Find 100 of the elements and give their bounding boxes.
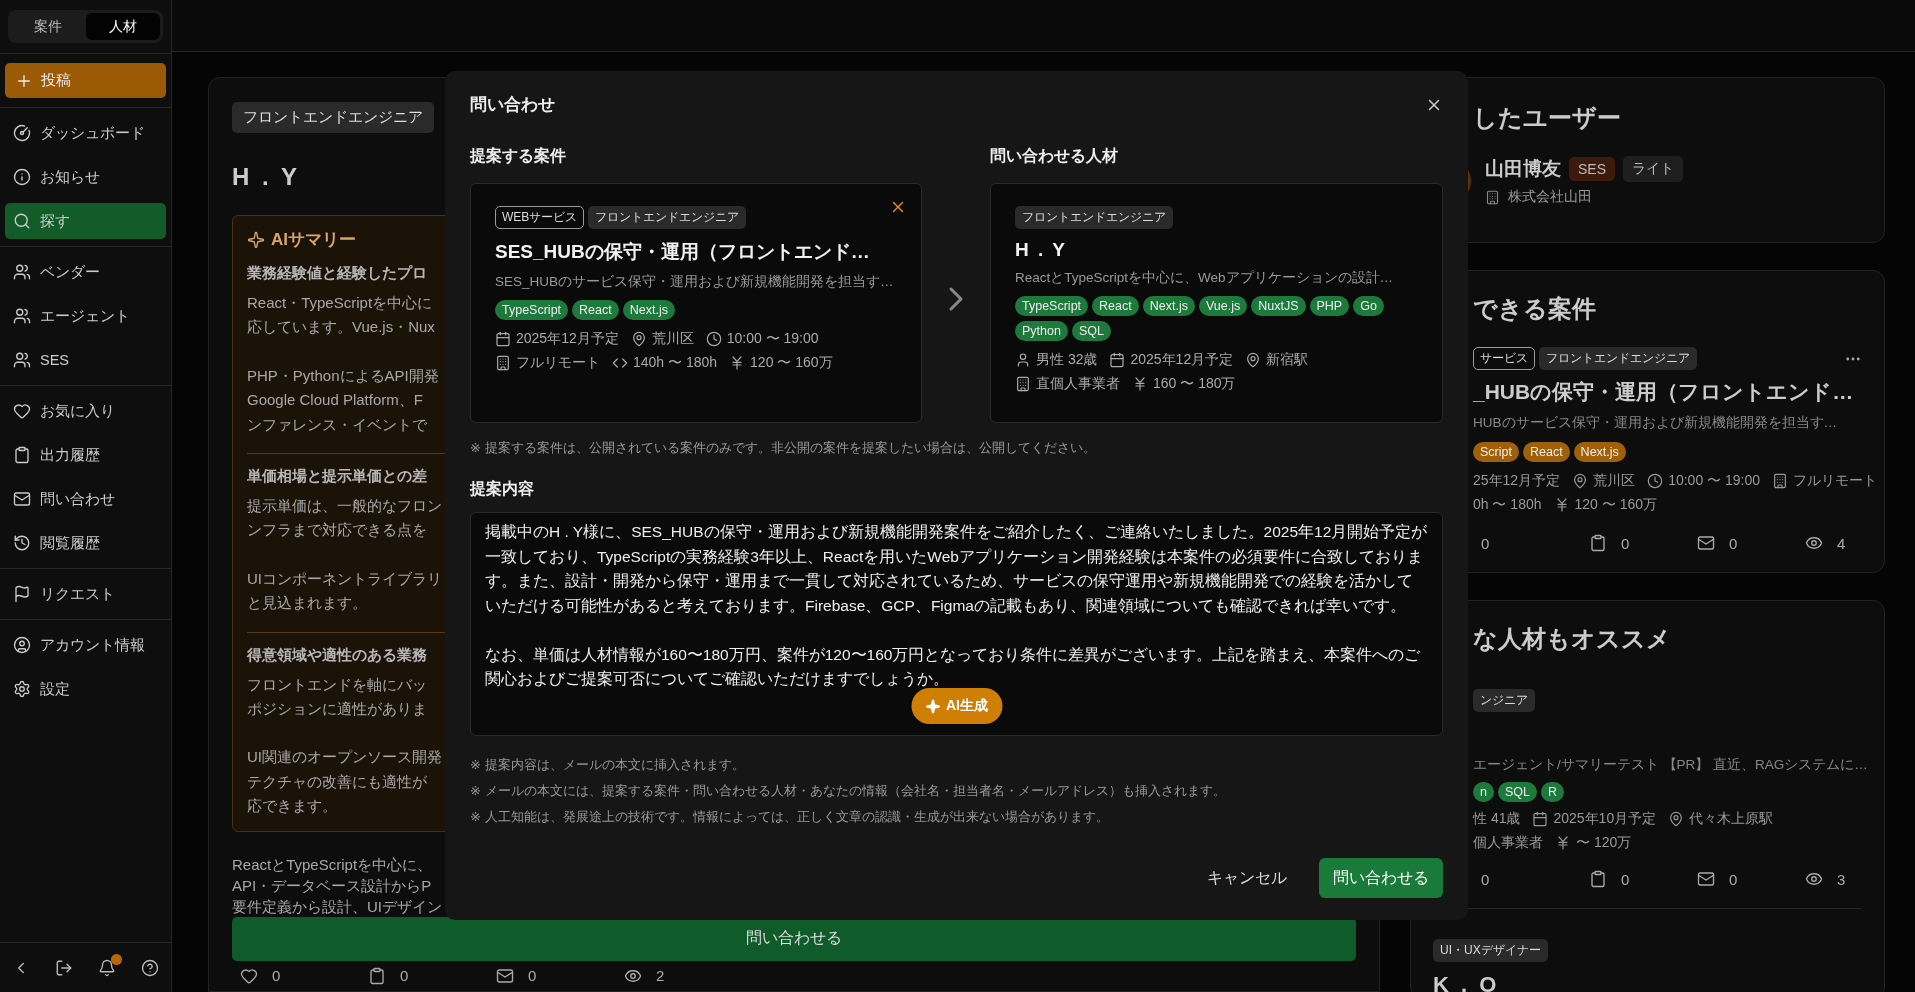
yen-icon	[1555, 835, 1571, 851]
skill-tag: NuxtJS	[1251, 296, 1306, 316]
mode-tab[interactable]: 人材	[85, 13, 160, 40]
card-description: ReactとTypeScriptを中心に、Webアプリケーションの設計…	[1015, 269, 1395, 287]
nav-item[interactable]: 探す	[5, 203, 166, 239]
clipboard-icon	[13, 446, 31, 464]
count-text: 0	[1621, 870, 1630, 888]
skill-tag: PHP	[1309, 296, 1350, 316]
summary-line: テクチャの改善にも適性が	[247, 771, 427, 792]
description-line: ReactとTypeScriptを中心に、	[232, 854, 433, 875]
description-line: API・データベース設計からP	[232, 875, 432, 896]
count-text: 4	[1837, 534, 1846, 552]
summary-heading: 単価相場と提示単価との差	[247, 466, 427, 487]
nav-item[interactable]: お知らせ	[5, 159, 166, 195]
meta-text: 10:00 〜 19:00	[1668, 472, 1760, 490]
category-tag: フロントエンドエンジニア	[232, 102, 434, 133]
mail-icon	[1697, 534, 1715, 552]
nav-item[interactable]: 問い合わせ	[5, 481, 166, 517]
map-pin-icon	[630, 331, 647, 347]
category-tag: フロントエンドエンジニア	[1539, 347, 1697, 370]
submit-button[interactable]: 問い合わせる	[1319, 858, 1443, 898]
map-pin-icon	[1245, 352, 1262, 368]
summary-line: 提示単価は、一般的なフロン	[247, 496, 442, 517]
mode-tab[interactable]: 案件	[11, 13, 86, 40]
skill-tag: Next.js	[1573, 442, 1626, 462]
meta-text: フルリモート	[1793, 472, 1877, 490]
skill-tag: TypeScript	[495, 300, 569, 320]
gauge-icon	[13, 124, 31, 142]
summary-heading: 業務経験値と経験したプロ	[247, 263, 427, 283]
user-circle-icon	[13, 636, 31, 654]
summary-line: UI関連のオープンソース開発	[247, 747, 442, 768]
dialog-title: 問い合わせ	[470, 94, 555, 116]
skill-tag: Python	[1015, 321, 1068, 341]
section-title: できる案件	[1473, 294, 1597, 324]
nav-item[interactable]: リクエスト	[5, 576, 166, 612]
card-description: HUBのサービス保守・運用および新規機能開発を担当す…	[1473, 414, 1838, 432]
plan-badge: SES	[1569, 157, 1615, 181]
skill-tag: Vue.js	[1198, 296, 1248, 316]
summary-line: ンフラまで対応できる点を	[247, 520, 427, 541]
clipboard-icon	[1589, 870, 1607, 888]
help-icon[interactable]	[140, 958, 159, 977]
skill-tag: React	[1092, 296, 1139, 316]
plan-badge: ライト	[1623, 156, 1683, 182]
users-icon	[13, 263, 31, 281]
cancel-button[interactable]: キャンセル	[1195, 859, 1299, 897]
meta-text: 個人事業者	[1473, 834, 1543, 852]
mail-icon	[496, 966, 514, 985]
meta-text: 〜 120万	[1576, 834, 1632, 852]
talent-name: K . O	[1433, 972, 1501, 992]
section-heading: 問い合わせる人材	[990, 146, 1119, 166]
category-tag: フロントエンドエンジニア	[1015, 206, 1173, 229]
meta-text: 140h 〜 180h	[633, 354, 718, 372]
meta-text: 荒川区	[1593, 472, 1636, 490]
summary-line: 応しています。Vue.js・Nux	[247, 317, 435, 338]
note-text: ※ メールの本文には、提案する案件・問い合わせる人材・あなたの情報（会社名・担当者名・メールアドレス）も挿入されます。	[470, 782, 1227, 800]
meta-text: 性 41歳	[1473, 810, 1521, 828]
nav-item[interactable]: 設定	[5, 671, 166, 707]
meta-text: 2025年12月予定	[516, 330, 619, 348]
count-text: 3	[1837, 870, 1846, 888]
summary-line: React・TypeScriptを中心に	[247, 293, 433, 313]
meta-text: 直個人事業者	[1036, 375, 1120, 393]
count-text: 2	[656, 967, 665, 985]
count-text: 0	[1729, 870, 1738, 888]
calendar-icon	[1109, 352, 1126, 368]
nav-item[interactable]: ベンダー	[5, 254, 166, 290]
building-icon	[1772, 473, 1788, 489]
category-tag: WEBサービス	[495, 206, 585, 229]
logout-icon[interactable]	[55, 958, 74, 977]
nav-item[interactable]: アカウント情報	[5, 627, 166, 663]
contact-button[interactable]: 問い合わせる	[232, 916, 1356, 961]
card-title: SES_HUBの保守・運用（フロントエンド…	[495, 240, 871, 264]
info-icon	[13, 168, 31, 186]
mail-icon	[1697, 870, 1715, 888]
summary-line: と見込まれます。	[247, 593, 367, 614]
nav-item[interactable]: SES	[5, 342, 166, 378]
yen-icon	[1132, 376, 1148, 392]
section-heading: 提案内容	[470, 479, 535, 499]
summary-line: Google Cloud Platform、F	[247, 390, 423, 411]
card-title: H . Y	[1015, 239, 1068, 261]
nav-item[interactable]: 出力履歴	[5, 437, 166, 473]
sparkle-icon	[925, 698, 940, 714]
nav-item[interactable]: お気に入り	[5, 393, 166, 429]
count-text: 0	[1729, 534, 1738, 552]
mail-icon	[13, 490, 31, 508]
nav-item[interactable]: 閲覧履歴	[5, 525, 166, 561]
post-button[interactable]: 投稿	[5, 63, 166, 98]
category-tag: UI・UXデザイナー	[1433, 939, 1548, 962]
meta-text: 男性 32歳	[1036, 351, 1098, 369]
skill-tag: R	[1540, 782, 1564, 802]
meta-text: 120 〜 160万	[1574, 496, 1657, 514]
nav-item[interactable]: エージェント	[5, 298, 166, 334]
talent-name: H . Y	[232, 163, 300, 191]
section-title: な人材もオススメ	[1473, 624, 1672, 654]
summary-line: ポジションに適性がありま	[247, 699, 427, 720]
category-tag: ンジニア	[1473, 689, 1535, 712]
clock-icon	[705, 331, 722, 347]
summary-line: ンファレンス・イベントで	[247, 414, 427, 435]
nav-item[interactable]: ダッシュボード	[5, 115, 166, 151]
map-pin-icon	[1572, 473, 1589, 489]
bell-icon[interactable]	[97, 958, 116, 977]
